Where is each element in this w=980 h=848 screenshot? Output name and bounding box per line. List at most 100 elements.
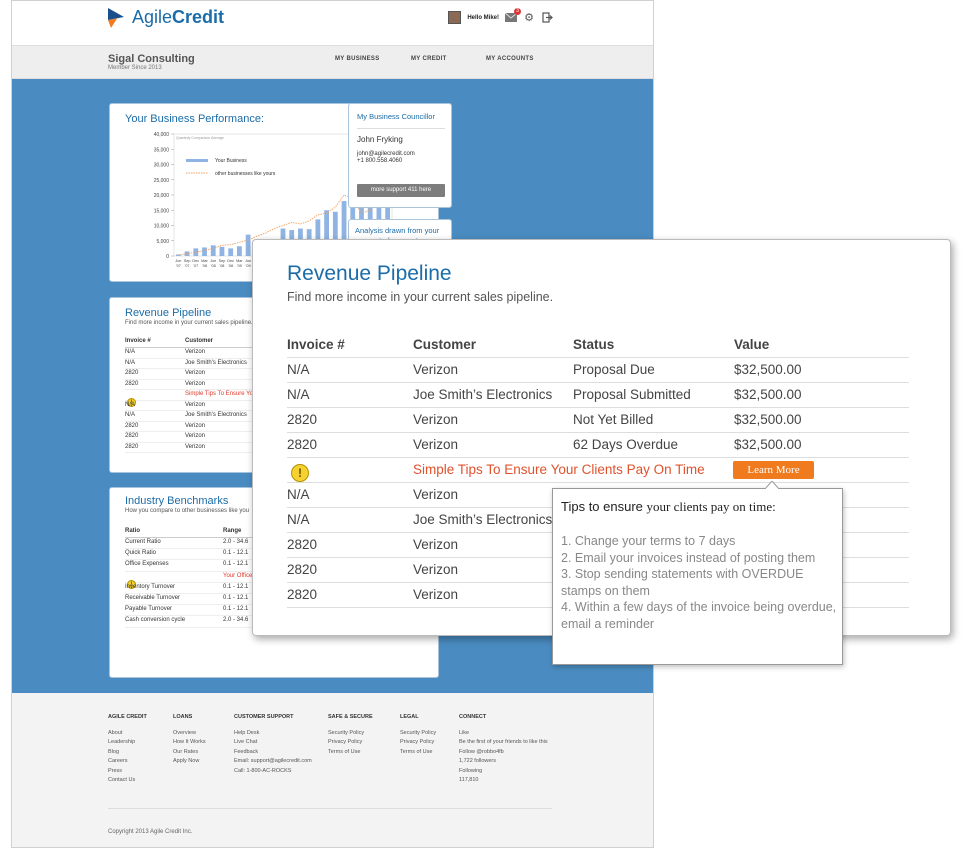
footer-column: SAFE & SECURE Security Policy Privacy Poli… (328, 713, 373, 757)
footer-link[interactable]: About (108, 729, 147, 739)
footer-link[interactable]: Apply Now (173, 757, 206, 767)
gear-icon[interactable]: ⚙ (523, 12, 535, 24)
x-tick-label: '08 (228, 264, 233, 268)
cell-status: Not Yet Billed (573, 412, 654, 427)
footer-link[interactable]: Press (108, 767, 147, 777)
x-tick-label: Jun (210, 259, 216, 263)
cell-ratio: Receivable Turnover (125, 594, 181, 601)
header-range: Range (223, 528, 242, 534)
footer-column: CONNECT Like Be the first of your friends … (459, 713, 548, 786)
modal-subtitle: Find more income in your current sales p… (287, 290, 554, 304)
footer-link[interactable]: Our Rates (173, 748, 206, 758)
cell-customer: Verizon (185, 370, 206, 376)
tooltip-item: 2. Email your invoices instead of postin… (561, 550, 816, 565)
cell-range: 0.1 - 12.1 (223, 606, 249, 613)
cell-invoice: 2820 (125, 380, 139, 387)
footer-link[interactable]: Email: support@agilecredit.com (234, 757, 312, 767)
footer-link[interactable]: Privacy Policy (400, 738, 436, 748)
x-tick-label: '07 (176, 264, 181, 268)
member-since: Member Since 2013 (108, 65, 162, 71)
cell-invoice: 2820 (125, 443, 139, 450)
footer-link[interactable]: Careers (108, 757, 147, 767)
footer-link[interactable]: Following (459, 767, 548, 777)
cell-customer: Verizon (185, 380, 206, 387)
cell-value: $32,500.00 (734, 412, 802, 427)
cell-invoice: 2820 (125, 433, 139, 439)
x-tick-label: '08 (211, 264, 216, 268)
y-tick-label: 10,000 (154, 224, 170, 230)
footer-link[interactable]: Contact Us (108, 776, 147, 786)
bar (210, 245, 216, 256)
cell-customer: Joe Smith’s Electronics (413, 512, 553, 527)
table-row[interactable]: N/A Joe Smith’s Electronics Proposal Submi… (287, 383, 909, 408)
header-value: Value (734, 337, 770, 352)
tip-row: ! Simple Tips To Ensure Your Clients Pay… (287, 458, 909, 483)
x-tick-label: Sep (219, 259, 226, 263)
logout-icon[interactable] (541, 12, 553, 24)
footer-link[interactable]: Be the first of your friends to like thi… (459, 738, 548, 748)
table-row[interactable]: N/A Verizon Proposal Due $32,500.00 (287, 358, 909, 383)
cell-range: 2.0 - 34.6 (223, 617, 249, 624)
benchmarks-subtitle: How you compare to other businesses like… (125, 508, 250, 514)
councillor-email[interactable]: john@agilecredit.com (357, 151, 415, 157)
footer-link[interactable]: Terms of Use (400, 748, 436, 758)
footer-link[interactable]: Blog (108, 748, 147, 758)
bar (202, 247, 207, 256)
cell-invoice: N/A (287, 362, 310, 377)
cell-value: $32,500.00 (734, 387, 802, 402)
cell-range: 0.1 - 12.1 (223, 594, 249, 601)
legend-label-yours: Your Business (215, 158, 247, 164)
logo[interactable]: AgileCredit (108, 7, 224, 28)
copyright: Copyright 2013 Agile Credit Inc. (108, 829, 193, 835)
councillor-title: My Business Councillor (357, 112, 435, 121)
cell-customer: Verizon (413, 537, 459, 552)
cell-customer: Verizon (413, 562, 459, 577)
footer-link[interactable]: Feedback (234, 748, 312, 758)
table-row[interactable]: 2820 Verizon Not Yet Billed $32,500.00 (287, 408, 909, 433)
bar (219, 246, 225, 256)
footer-link[interactable]: Like (459, 729, 548, 739)
y-tick-label: 5,000 (156, 239, 169, 245)
footer-link[interactable]: Overview (173, 729, 206, 739)
footer-link[interactable]: Help Desk (234, 729, 312, 739)
y-tick-label: 15,000 (154, 208, 170, 214)
footer-link[interactable]: How It Works (173, 738, 206, 748)
avatar[interactable] (448, 11, 462, 24)
footer-link[interactable]: Follow @robbo4fb (459, 748, 548, 758)
bar (245, 234, 251, 256)
cell-range: 2.0 - 34.6 (223, 539, 249, 545)
nav-my-credit[interactable]: MY CREDIT (411, 56, 447, 62)
footer-link[interactable]: Leadership (108, 738, 147, 748)
footer-link[interactable]: Privacy Policy (328, 738, 373, 748)
nav-my-accounts[interactable]: MY ACCOUNTS (486, 56, 534, 62)
tips-link[interactable]: Simple Tips To Ensure Your Clients Pay O… (413, 462, 705, 477)
footer-link[interactable]: 117,810 (459, 776, 548, 786)
x-tick-label: Sep (184, 259, 191, 263)
x-tick-label: '09 (237, 264, 242, 268)
more-support-button[interactable]: more support 411 here (357, 184, 445, 197)
header-customer: Customer (413, 337, 477, 352)
x-tick-label: '07 (185, 264, 190, 268)
footer: AGILE CREDIT About Leadership Blog Careers Pr… (12, 693, 653, 847)
header-invoice: Invoice # (125, 338, 151, 344)
learn-more-button[interactable]: Learn More (733, 461, 814, 479)
pipeline-card-subtitle: Find more income in your current sales p… (125, 320, 253, 326)
bar (228, 248, 234, 256)
table-row[interactable]: 2820 Verizon 62 Days Overdue $32,500.00 (287, 433, 909, 458)
footer-link[interactable]: Security Policy (328, 729, 373, 739)
cell-customer: Verizon (413, 362, 459, 377)
user-greeting: Hello Mike! (467, 14, 499, 21)
mail-icon[interactable]: 3 (505, 7, 521, 24)
y-tick-label: 40,000 (154, 132, 170, 138)
footer-link[interactable]: Call: 1-800-AC-ROCKS (234, 767, 312, 777)
cell-ratio: Cash conversion cycle (125, 617, 186, 624)
footer-link[interactable]: Security Policy (400, 729, 436, 739)
nav-my-business[interactable]: MY BUSINESS (335, 56, 380, 62)
footer-link[interactable]: Terms of Use (328, 748, 373, 758)
chart-label: Quarterly Comparison Average (176, 136, 224, 140)
footer-link[interactable]: Live Chat (234, 738, 312, 748)
footer-link[interactable]: 1,722 followers (459, 757, 548, 767)
cell-status: Proposal Due (573, 362, 655, 377)
cell-customer: Joe Smith’s Electronics (413, 387, 553, 402)
cell-ratio: Office Expenses (125, 561, 169, 568)
